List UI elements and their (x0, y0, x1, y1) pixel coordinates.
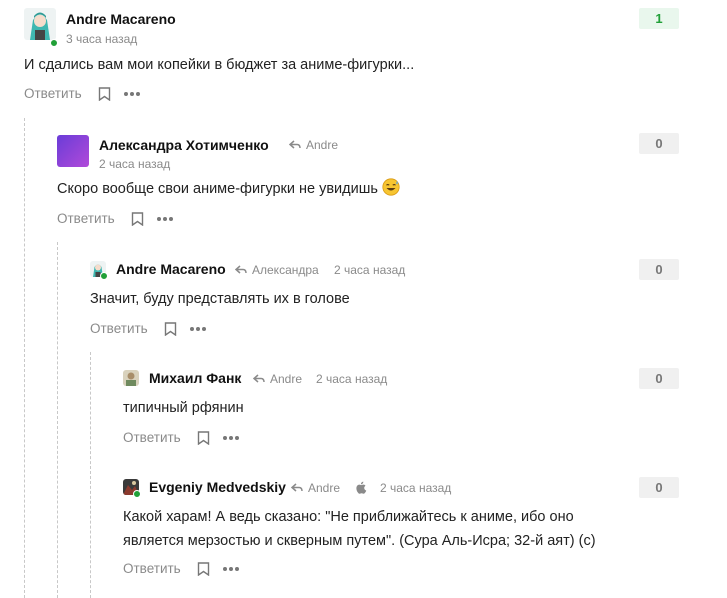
reply-arrow-icon (253, 374, 265, 383)
more-options-icon[interactable] (222, 435, 239, 440)
comment-text: типичный рфянин (123, 400, 244, 416)
more-options-icon[interactable] (222, 566, 239, 571)
author-name[interactable]: Михаил Фанк (149, 370, 241, 386)
author-name[interactable]: Andre Macareno (66, 11, 176, 27)
comment-text-container: Какой харам! А ведь сказано: "Не приближ… (123, 505, 683, 553)
comment-text-container: Скоро вообще свои аниме-фигурки не увиди… (57, 177, 400, 201)
apple-icon (356, 481, 367, 494)
comment: Михаил Фанк Andre 2 часа назад 0 типичны… (123, 368, 679, 445)
thread-line (24, 118, 25, 598)
reply-to-link[interactable]: Andre (291, 481, 340, 495)
comment: Evgeniy Medvedskiy Andre 2 часа назад 0 … (123, 477, 679, 576)
timestamp[interactable]: 2 часа назад (99, 157, 170, 171)
bookmark-icon[interactable] (197, 430, 210, 445)
comment-header: Andre Macareno 3 часа назад 1 (24, 8, 679, 48)
comment-actions: Ответить (57, 211, 173, 226)
thread-line (90, 352, 91, 598)
comment: Andre Macareno Александра 2 часа назад 0… (90, 259, 679, 336)
more-options-icon[interactable] (123, 91, 140, 96)
comment-text-line: является мерзостью и скверным путем". (С… (123, 533, 596, 549)
comment: Александра Хотимченко Andre 2 часа назад… (57, 133, 679, 226)
author-name[interactable]: Evgeniy Medvedskiy (149, 479, 286, 495)
rating-badge[interactable]: 0 (639, 368, 679, 389)
reply-arrow-icon (291, 483, 303, 492)
comment-text: И сдались вам мои копейки в бюджет за ан… (24, 57, 415, 73)
reply-button[interactable]: Ответить (90, 321, 148, 336)
rating-badge[interactable]: 0 (639, 133, 679, 154)
bookmark-icon[interactable] (164, 321, 177, 336)
comment-actions: Ответить (90, 321, 206, 336)
author-name[interactable]: Александра Хотимченко (99, 137, 269, 153)
reply-to-name[interactable]: Andre (306, 138, 338, 152)
online-indicator (50, 39, 58, 47)
reply-to-name[interactable]: Andre (308, 481, 340, 495)
reply-to-name[interactable]: Александра (252, 263, 319, 277)
bookmark-icon[interactable] (98, 86, 111, 101)
thread-line (57, 242, 58, 598)
comment-text: Скоро вообще свои аниме-фигурки не увиди… (57, 181, 378, 197)
rating-badge[interactable]: 1 (639, 8, 679, 29)
bookmark-icon[interactable] (197, 561, 210, 576)
bookmark-icon[interactable] (131, 211, 144, 226)
comment-text: Значит, буду представлять их в голове (90, 291, 350, 307)
timestamp[interactable]: 2 часа назад (316, 372, 387, 386)
avatar[interactable] (57, 135, 89, 167)
reply-button[interactable]: Ответить (24, 86, 82, 101)
comment-actions: Ответить (123, 430, 239, 445)
avatar[interactable] (123, 370, 139, 386)
more-options-icon[interactable] (189, 326, 206, 331)
reply-button[interactable]: Ответить (57, 211, 115, 226)
reply-to-link[interactable]: Andre (289, 138, 338, 152)
timestamp[interactable]: 2 часа назад (380, 481, 451, 495)
rating-badge[interactable]: 0 (639, 259, 679, 280)
timestamp[interactable]: 3 часа назад (66, 32, 137, 46)
reply-to-link[interactable]: Александра (235, 263, 319, 277)
reply-button[interactable]: Ответить (123, 430, 181, 445)
comment: Andre Macareno 3 часа назад 1 И сдались … (24, 8, 679, 101)
comment-text-line: Какой харам! А ведь сказано: "Не приближ… (123, 509, 574, 525)
comment-header: Александра Хотимченко Andre 2 часа назад… (57, 133, 679, 175)
online-indicator (100, 272, 108, 280)
reply-to-link[interactable]: Andre (253, 372, 302, 386)
reply-to-name[interactable]: Andre (270, 372, 302, 386)
avatar[interactable] (24, 8, 56, 40)
comment-actions: Ответить (24, 86, 140, 101)
online-indicator (133, 490, 141, 498)
rating-badge[interactable]: 0 (639, 477, 679, 498)
reply-button[interactable]: Ответить (123, 561, 181, 576)
more-options-icon[interactable] (156, 216, 173, 221)
sweat-smile-emoji (382, 178, 400, 196)
comment-actions: Ответить (123, 561, 239, 576)
timestamp[interactable]: 2 часа назад (334, 263, 405, 277)
author-name[interactable]: Andre Macareno (116, 261, 226, 277)
reply-arrow-icon (235, 265, 247, 274)
reply-arrow-icon (289, 140, 301, 149)
